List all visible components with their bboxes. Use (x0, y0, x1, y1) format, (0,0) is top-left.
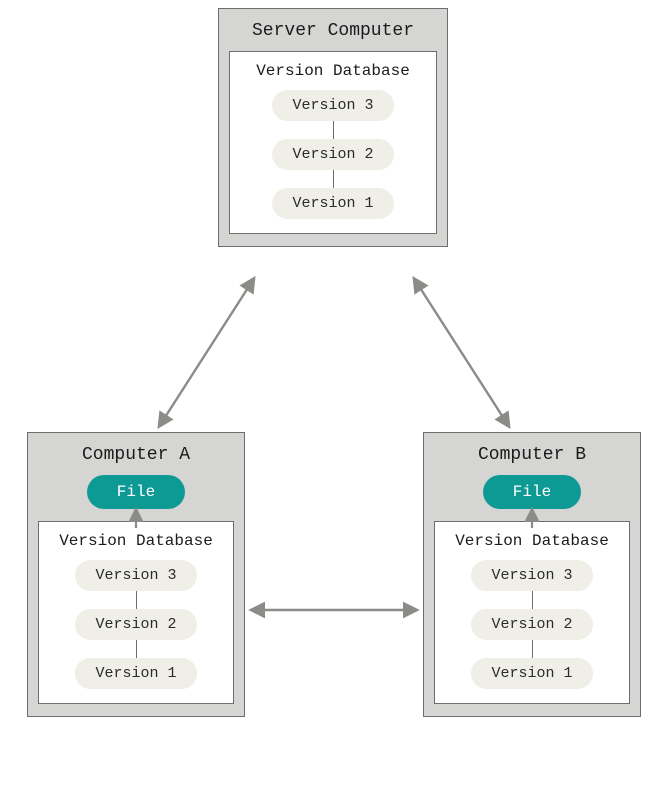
server-computer-box: Server Computer Version Database Version… (218, 8, 448, 247)
version-pill: Version 3 (75, 560, 196, 591)
computer-a-title: Computer A (82, 445, 190, 465)
computer-a-db-title: Version Database (59, 532, 213, 550)
server-title: Server Computer (252, 21, 414, 41)
version-pill: Version 3 (272, 90, 393, 121)
version-pill: Version 1 (75, 658, 196, 689)
computer-b-title: Computer B (478, 445, 586, 465)
diagram-canvas: Server Computer Version Database Version… (0, 0, 668, 800)
computer-a-db-box: Version Database Version 3 Version 2 Ver… (38, 521, 234, 704)
connector-line (532, 591, 533, 609)
computer-b-db-box: Version Database Version 3 Version 2 Ver… (434, 521, 630, 704)
version-pill: Version 1 (471, 658, 592, 689)
arrow-server-to-a (160, 280, 253, 425)
connector-line (532, 640, 533, 658)
version-pill: Version 2 (471, 609, 592, 640)
arrow-server-to-b (415, 280, 508, 425)
version-pill: Version 3 (471, 560, 592, 591)
connector-line (136, 640, 137, 658)
computer-b-box: Computer B File Version Database Version… (423, 432, 641, 717)
computer-a-box: Computer A File Version Database Version… (27, 432, 245, 717)
version-pill: Version 2 (75, 609, 196, 640)
server-db-title: Version Database (256, 62, 410, 80)
connector-line (136, 591, 137, 609)
connector-line (333, 121, 334, 139)
computer-b-file-pill: File (483, 475, 581, 509)
server-db-box: Version Database Version 3 Version 2 Ver… (229, 51, 437, 234)
version-pill: Version 1 (272, 188, 393, 219)
computer-a-file-pill: File (87, 475, 185, 509)
computer-b-db-title: Version Database (455, 532, 609, 550)
version-pill: Version 2 (272, 139, 393, 170)
connector-line (333, 170, 334, 188)
